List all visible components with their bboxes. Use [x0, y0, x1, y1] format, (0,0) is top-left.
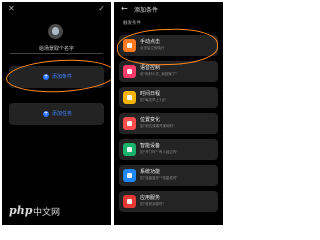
option-system-function[interactable]: 系统功能 如"连接蓝牙""电量低时" — [119, 165, 218, 186]
add-task-label: 添加任务 — [52, 111, 73, 117]
location-icon — [123, 117, 136, 130]
watermark-logo: php — [9, 204, 33, 217]
option-description: 如"每天早上7点" — [140, 98, 167, 102]
highlight-annotation — [5, 57, 111, 95]
option-time-schedule[interactable]: 时间日程 如"每天早上7点" — [119, 87, 218, 108]
option-description: 如"收到消息时" — [140, 202, 165, 206]
app-service-icon — [123, 195, 136, 208]
plus-icon: + — [43, 110, 49, 117]
option-description: 如"到达或离开某地时" — [140, 124, 175, 128]
option-title: 系统功能 — [140, 169, 161, 175]
option-title: 位置变化 — [140, 117, 161, 123]
scene-avatar-icon[interactable] — [48, 24, 63, 39]
option-description: 说"你好小艺, 我回家了" — [140, 72, 177, 76]
option-title: 应用服务 — [140, 195, 161, 201]
close-icon[interactable]: ✕ — [8, 5, 15, 13]
scene-name-field[interactable]: 给场景取个名字 — [2, 45, 111, 52]
smart-device-icon — [123, 143, 136, 156]
watermark-text: 中文网 — [33, 208, 61, 218]
option-title: 时间日程 — [140, 91, 161, 97]
option-description: 如"开门时""有人经过时" — [140, 150, 178, 154]
back-arrow-icon[interactable]: ← — [121, 4, 128, 14]
divider — [10, 53, 103, 54]
top-bar: ← 添加条件 — [114, 2, 223, 16]
option-description: 如"连接蓝牙""电量低时" — [140, 176, 178, 180]
page-title: 添加条件 — [134, 7, 159, 14]
option-title: 智能设备 — [140, 143, 161, 149]
voice-icon — [123, 65, 136, 78]
option-smart-device[interactable]: 智能设备 如"开门时""有人经过时" — [119, 139, 218, 160]
top-bar: ✕ ✓ — [2, 2, 111, 16]
section-label: 触发条件 — [123, 21, 141, 26]
screen-add-condition: ← 添加条件 触发条件 手动点击 点击后立即执行 语音控制 说"你好小艺, 我回… — [114, 2, 223, 225]
option-location-change[interactable]: 位置变化 如"到达或离开某地时" — [119, 113, 218, 134]
confirm-icon[interactable]: ✓ — [98, 5, 105, 13]
clock-icon — [123, 91, 136, 104]
screen-scene-editor: ✕ ✓ 给场景取个名字 + 添加条件 + 添加任务 — [2, 2, 111, 225]
add-task-button[interactable]: + 添加任务 — [9, 103, 104, 125]
system-icon — [123, 169, 136, 182]
option-app-service[interactable]: 应用服务 如"收到消息时" — [119, 191, 218, 212]
